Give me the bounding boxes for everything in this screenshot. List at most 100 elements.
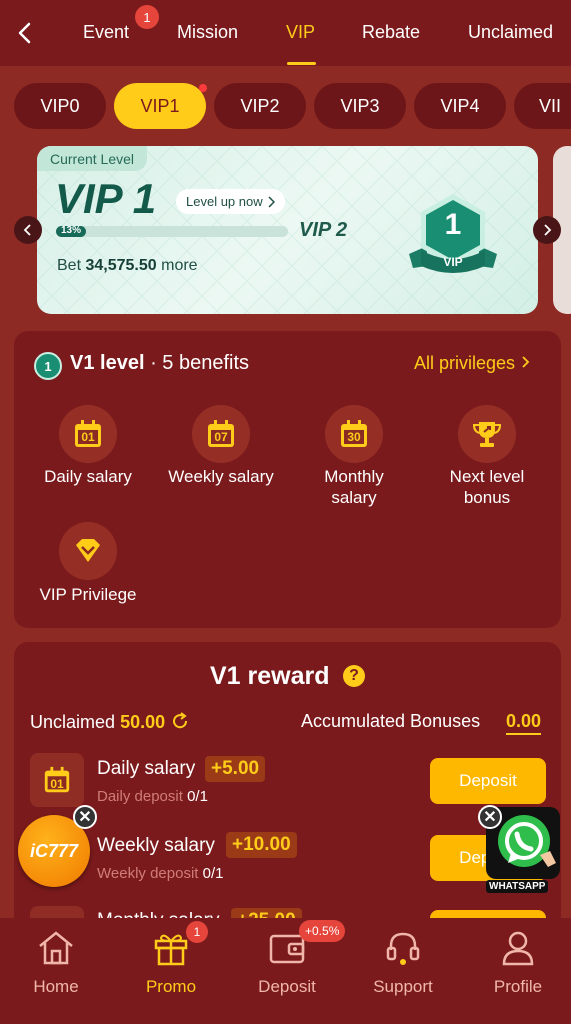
vip-badge-number: 1 bbox=[444, 208, 462, 241]
unclaimed-value: 50.00 bbox=[120, 712, 166, 732]
accumulated-bonuses-value[interactable]: 0.00 bbox=[506, 711, 542, 735]
bottom-nav-support[interactable]: Support bbox=[353, 930, 453, 997]
bottom-nav-support-label: Support bbox=[373, 977, 433, 996]
reward-row-amount: +5.00 bbox=[205, 756, 266, 782]
calendar-icon: 30 bbox=[325, 405, 383, 463]
reward-row-progress: Weekly deposit 0/1 bbox=[97, 865, 223, 882]
level-progress-track bbox=[56, 226, 288, 237]
level-up-label: Level up now bbox=[186, 194, 263, 209]
calendar-day: 01 bbox=[81, 430, 95, 444]
bottom-nav-home[interactable]: Home bbox=[6, 930, 106, 997]
benefit-monthly-salary[interactable]: 30 bbox=[325, 405, 383, 463]
benefit-vip-privilege[interactable] bbox=[59, 522, 117, 580]
benefit-weekly-salary[interactable]: 07 bbox=[192, 405, 250, 463]
next-level-label: VIP 2 bbox=[299, 219, 348, 241]
diamond-icon bbox=[59, 522, 117, 580]
benefit-next-level-bonus-label: Next level bonus bbox=[449, 467, 525, 507]
tab-mission[interactable]: Mission bbox=[177, 22, 238, 43]
headset-icon bbox=[386, 932, 420, 965]
current-level-tag: Current Level bbox=[37, 146, 147, 171]
level-up-button[interactable]: Level up now bbox=[176, 189, 285, 214]
promo-badge: 1 bbox=[186, 921, 208, 943]
back-arrow-icon[interactable] bbox=[14, 20, 38, 46]
benefit-monthly-salary-label: Monthly salary bbox=[324, 467, 384, 507]
card-next-button[interactable] bbox=[533, 216, 561, 244]
close-icon[interactable]: ✕ bbox=[478, 805, 502, 829]
calendar-icon: 01 bbox=[59, 405, 117, 463]
vip-tab-1[interactable]: VIP1 bbox=[114, 83, 206, 129]
calendar-icon: 01 bbox=[30, 753, 84, 807]
user-icon bbox=[502, 931, 534, 966]
bottom-nav-profile-label: Profile bbox=[493, 977, 543, 996]
vip-tab-4[interactable]: VIP4 bbox=[414, 83, 506, 129]
chevron-right-icon bbox=[522, 356, 530, 368]
close-icon[interactable]: ✕ bbox=[73, 805, 97, 829]
reward-row-name: Weekly salary bbox=[97, 835, 215, 856]
vip-tab-5[interactable]: VII bbox=[514, 83, 571, 129]
tab-vip[interactable]: VIP bbox=[286, 22, 315, 43]
reward-row-sub-value: 0/1 bbox=[187, 788, 208, 805]
all-privileges-label: All privileges bbox=[414, 353, 516, 373]
chevron-right-icon bbox=[544, 224, 552, 236]
help-icon[interactable]: ? bbox=[343, 665, 365, 687]
reward-row-amount: +10.00 bbox=[226, 832, 297, 858]
tab-active-indicator bbox=[287, 62, 316, 65]
svg-text:1: 1 bbox=[44, 359, 51, 374]
deposit-button[interactable]: Deposit bbox=[430, 758, 546, 804]
bottom-nav-deposit-label: Deposit bbox=[258, 977, 316, 996]
level-badge-icon: 1 bbox=[34, 352, 62, 380]
gift-icon bbox=[154, 934, 188, 966]
vip-badge-icon: 1 VIP bbox=[405, 192, 501, 284]
tab-unclaimed[interactable]: Unclaimed bbox=[468, 22, 553, 43]
bottom-nav-profile[interactable]: Profile bbox=[468, 930, 568, 997]
calendar-day: 01 bbox=[50, 777, 64, 791]
unclaimed-label: Unclaimed bbox=[30, 712, 116, 732]
reward-row-name: Daily salary bbox=[97, 758, 196, 779]
benefit-weekly-salary-label: Weekly salary bbox=[168, 467, 274, 486]
vip-level-title: VIP 1 bbox=[55, 175, 157, 222]
reward-row-sub-value: 0/1 bbox=[202, 865, 224, 882]
refresh-icon[interactable] bbox=[170, 711, 190, 731]
home-icon bbox=[39, 931, 73, 965]
ic777-logo: iC777 bbox=[29, 840, 79, 861]
bet-amount: 34,575.50 bbox=[85, 257, 157, 274]
bottom-nav-promo[interactable]: Promo bbox=[121, 930, 221, 997]
reward-row-progress: Daily deposit 0/1 bbox=[97, 788, 208, 805]
tab-rebate[interactable]: Rebate bbox=[362, 22, 420, 43]
level-progress-percent: 13% bbox=[61, 225, 82, 236]
bet-prefix: Bet bbox=[57, 257, 82, 274]
benefit-daily-salary-label: Daily salary bbox=[44, 467, 132, 486]
vip-tab-3[interactable]: VIP3 bbox=[314, 83, 406, 129]
benefit-daily-salary[interactable]: 01 bbox=[59, 405, 117, 463]
benefits-title: V1 level · 5 benefits bbox=[70, 352, 249, 375]
vip-badge-text: VIP bbox=[443, 255, 463, 269]
reward-row-sub-label: Weekly deposit bbox=[97, 865, 199, 882]
trophy-icon bbox=[458, 405, 516, 463]
benefit-next-level-bonus[interactable] bbox=[458, 405, 516, 463]
deposit-bonus-badge: +0.5% bbox=[299, 920, 346, 942]
chevron-left-icon bbox=[23, 224, 31, 236]
unclaimed-summary: Unclaimed 50.00 bbox=[30, 711, 190, 733]
calendar-day: 30 bbox=[347, 430, 361, 444]
reward-title: V1 reward bbox=[210, 662, 330, 690]
tab-event-badge: 1 bbox=[135, 5, 159, 29]
reward-row-sub-label: Daily deposit bbox=[97, 788, 183, 805]
bottom-nav-promo-label: Promo bbox=[145, 977, 197, 996]
vip-tab-0[interactable]: VIP0 bbox=[14, 83, 106, 129]
accumulated-bonuses-label: Accumulated Bonuses bbox=[301, 711, 481, 731]
vip-tab-notification-dot bbox=[199, 84, 207, 92]
chevron-right-icon bbox=[268, 195, 275, 208]
bet-remaining-text: Bet 34,575.50 more bbox=[57, 257, 198, 275]
benefits-level-name: V1 level bbox=[70, 352, 145, 374]
card-prev-button[interactable] bbox=[14, 216, 42, 244]
tab-event[interactable]: Event bbox=[83, 22, 129, 43]
all-privileges-link[interactable]: All privileges bbox=[414, 353, 530, 374]
whatsapp-label: WHATSAPP bbox=[486, 880, 549, 893]
benefit-vip-privilege-label: VIP Privilege bbox=[39, 585, 137, 604]
bet-suffix: more bbox=[161, 257, 198, 274]
benefits-count: · 5 benefits bbox=[150, 352, 250, 374]
vip-tab-2[interactable]: VIP2 bbox=[214, 83, 306, 129]
calendar-icon: 07 bbox=[192, 405, 250, 463]
bottom-nav-home-label: Home bbox=[33, 977, 79, 996]
calendar-day: 07 bbox=[214, 430, 228, 444]
